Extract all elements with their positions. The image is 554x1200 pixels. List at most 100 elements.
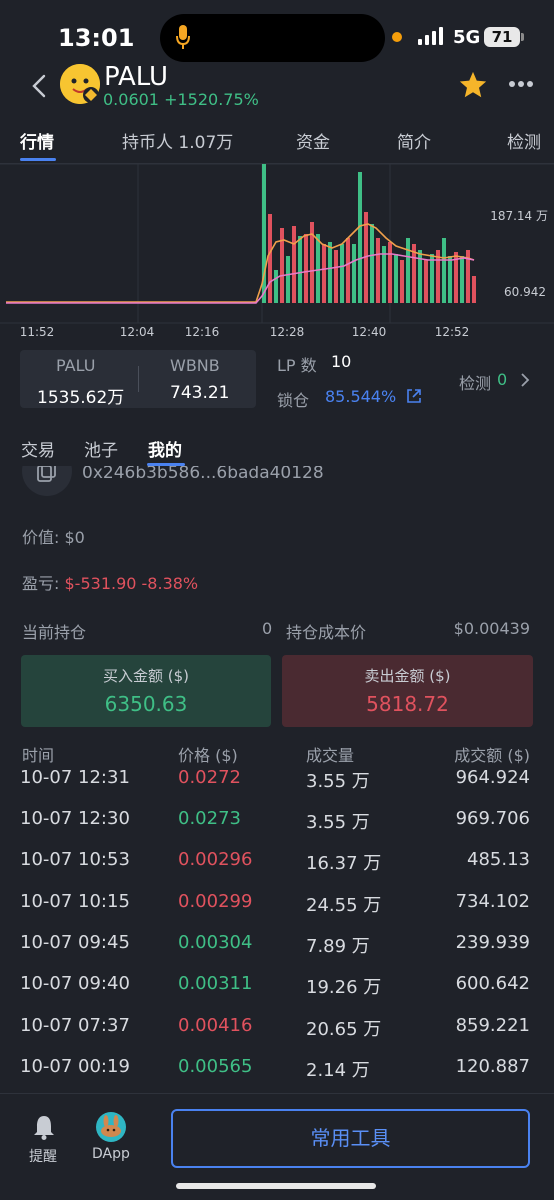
col-time: 时间: [22, 746, 55, 765]
x-tick-label: 11:52: [20, 325, 55, 339]
sell-label: 卖出金额 ($): [364, 667, 451, 685]
row-time: 10-07 07:37: [20, 1015, 130, 1036]
subtab-mine[interactable]: 我的: [148, 436, 182, 461]
col-price: 价格 ($): [178, 746, 238, 765]
back-icon[interactable]: [30, 74, 48, 98]
row-amount: 859.221: [455, 1015, 530, 1036]
x-tick-label: 12:40: [352, 325, 387, 339]
lock-label: 锁仓: [277, 391, 310, 410]
pool-token-a: PALU: [56, 356, 96, 375]
buy-amount-box: 买入金额 ($) 6350.63: [21, 655, 271, 727]
battery-level: 71: [484, 27, 520, 47]
row-amount: 734.102: [455, 891, 530, 912]
holding-amount: 0: [262, 619, 273, 638]
subtab-pool[interactable]: 池子: [84, 436, 118, 461]
tab-market[interactable]: 行情: [20, 128, 54, 153]
tab-intro[interactable]: 简介: [397, 128, 431, 153]
wallet-address[interactable]: 0x246b3b586...6bada40128: [82, 466, 324, 483]
more-icon[interactable]: [508, 80, 534, 88]
x-tick-label: 12:04: [120, 325, 155, 339]
token-avatar: [60, 64, 100, 104]
tab-active-indicator: [20, 158, 56, 161]
buy-label: 买入金额 ($): [102, 667, 190, 685]
token-price-change: 0.0601 +1520.75%: [103, 90, 259, 109]
volume-bar: [316, 234, 320, 303]
volume-bar: [376, 238, 380, 303]
row-time: 10-07 10:53: [20, 849, 130, 870]
row-time: 10-07 12:31: [20, 767, 130, 788]
row-amount: 969.706: [455, 808, 530, 829]
volume-bar: [298, 236, 302, 303]
row-volume: 3.55 万: [306, 812, 370, 833]
row-price: 0.00311: [178, 973, 253, 994]
cost-label: 持仓成本价: [286, 623, 367, 642]
volume-bar: [370, 224, 374, 303]
home-indicator: [176, 1183, 376, 1189]
favorite-star-icon[interactable]: [458, 70, 488, 100]
row-volume: 3.55 万: [306, 771, 370, 792]
token-price: 0.0601: [103, 90, 159, 109]
volume-bar: [268, 214, 272, 303]
volume-bar: [322, 244, 326, 303]
signal-icon: [418, 27, 443, 45]
pancakeswap-icon[interactable]: [96, 1112, 126, 1142]
y-label-bottom: 60.942: [504, 285, 546, 299]
pnl-amount: $-531.90 -8.38%: [64, 574, 199, 593]
volume-bar: [448, 256, 452, 303]
sell-amount: 5818.72: [366, 692, 449, 716]
wallet-row: 0x246b3b586...6bada40128: [0, 466, 554, 500]
token-change: +1520.75%: [164, 90, 259, 109]
row-price: 0.00416: [178, 1015, 253, 1036]
x-tick-label: 12:16: [185, 325, 220, 339]
dapp-label[interactable]: DApp: [92, 1146, 130, 1162]
alert-label[interactable]: 提醒: [29, 1146, 57, 1166]
subtab-trades[interactable]: 交易: [21, 436, 55, 461]
volume-bar: [424, 260, 428, 303]
volume-bar: [388, 242, 392, 303]
volume-bar: [340, 244, 344, 303]
common-tools-button[interactable]: 常用工具: [171, 1109, 530, 1168]
row-volume: 2.14 万: [306, 1060, 370, 1081]
value-row: 价值: $0: [22, 524, 85, 548]
copy-icon[interactable]: [35, 466, 59, 484]
row-price: 0.00565: [178, 1056, 253, 1077]
row-volume: 19.26 万: [306, 977, 382, 998]
cost-amount: $0.00439: [453, 619, 530, 638]
row-volume: 16.37 万: [306, 853, 382, 874]
y-label-top: 187.14 万: [490, 209, 548, 223]
bell-icon[interactable]: [32, 1114, 56, 1140]
volume-bar: [358, 172, 362, 303]
pnl-label: 盈亏:: [22, 574, 60, 593]
bottom-divider: [0, 1093, 554, 1094]
row-amount: 120.887: [455, 1056, 530, 1077]
col-amount: 成交额 ($): [454, 746, 530, 765]
dynamic-island: [160, 14, 385, 62]
tab-funds[interactable]: 资金: [296, 128, 330, 153]
row-price: 0.0272: [178, 767, 241, 788]
camera-indicator-icon: [392, 32, 402, 42]
check-label[interactable]: 检测: [459, 370, 491, 394]
row-price: 0.00296: [178, 849, 253, 870]
external-link-icon[interactable]: [406, 388, 422, 404]
row-time: 10-07 09:45: [20, 932, 130, 953]
volume-bar: [334, 250, 338, 303]
volume-bar: [328, 242, 332, 303]
pool-amount-b: 743.21: [170, 383, 230, 403]
volume-bar: [352, 244, 356, 303]
tab-check[interactable]: 检测: [507, 128, 541, 153]
volume-bar: [400, 260, 404, 303]
volume-bar: [292, 226, 296, 303]
buy-amount: 6350.63: [104, 692, 188, 716]
status-time: 13:01: [58, 24, 135, 52]
lock-percent[interactable]: 85.544%: [325, 387, 396, 406]
x-tick-label: 12:52: [435, 325, 470, 339]
row-time: 10-07 10:15: [20, 891, 130, 912]
tab-holders[interactable]: 持币人 1.07万: [122, 128, 233, 153]
col-volume: 成交量: [306, 746, 355, 765]
chevron-right-icon[interactable]: [520, 372, 530, 388]
value-amount: $0: [64, 528, 85, 547]
row-time: 10-07 00:19: [20, 1056, 130, 1077]
row-amount: 485.13: [467, 849, 530, 870]
price-chart[interactable]: 187.14 万 60.942 11:52 12:04 12:16 12:28 12:40 1…: [0, 164, 554, 344]
x-tick-label: 12:28: [270, 325, 305, 339]
